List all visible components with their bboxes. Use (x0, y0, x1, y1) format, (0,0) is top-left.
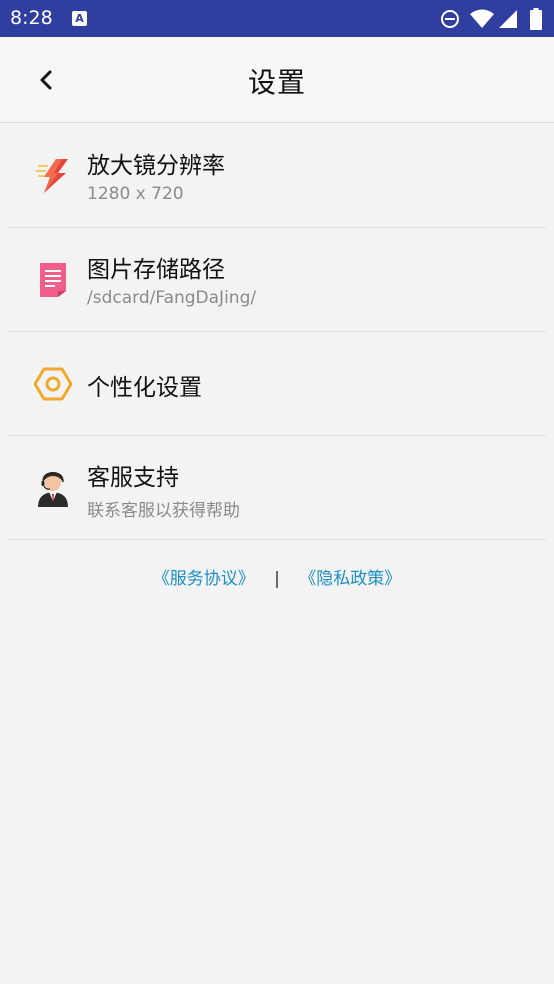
customer-service-icon (34, 469, 72, 507)
setting-title: 客服支持 (87, 465, 179, 491)
status-time: 8:28 (10, 7, 53, 29)
footer-links: 《服务协议》 | 《隐私政策》 (0, 564, 554, 589)
status-icons (440, 8, 544, 30)
setting-title: 图片存储路径 (87, 257, 225, 283)
setting-title: 个性化设置 (87, 375, 202, 401)
status-bar: 8:28 A (0, 0, 554, 37)
document-icon (34, 261, 72, 299)
notification-a-icon: A (72, 11, 87, 26)
do-not-disturb-icon (441, 10, 459, 28)
setting-personalization[interactable]: 个性化设置 (8, 332, 546, 436)
hexagon-settings-icon (34, 365, 72, 403)
toolbar: 设置 (0, 37, 554, 123)
link-separator: | (274, 569, 280, 589)
setting-customer-support[interactable]: 客服支持 联系客服以获得帮助 (8, 436, 546, 540)
lightning-icon (34, 157, 72, 195)
setting-title: 放大镜分辨率 (87, 153, 225, 179)
terms-of-service-link[interactable]: 《服务协议》 (153, 569, 255, 589)
battery-icon (530, 8, 542, 30)
wifi-icon (470, 9, 494, 28)
setting-storage-path[interactable]: 图片存储路径 /sdcard/FangDaJing/ (8, 228, 546, 332)
setting-subtitle: /sdcard/FangDaJing/ (87, 288, 257, 308)
page-title: 设置 (247, 66, 306, 99)
privacy-policy-link[interactable]: 《隐私政策》 (299, 569, 401, 589)
setting-subtitle: 1280 x 720 (87, 184, 184, 204)
setting-subtitle: 联系客服以获得帮助 (87, 501, 240, 521)
settings-list: 放大镜分辨率 1280 x 720 图片存储路径 /sdcard/FangDaJ… (0, 124, 554, 540)
setting-resolution[interactable]: 放大镜分辨率 1280 x 720 (8, 124, 546, 228)
signal-icon (499, 10, 517, 28)
